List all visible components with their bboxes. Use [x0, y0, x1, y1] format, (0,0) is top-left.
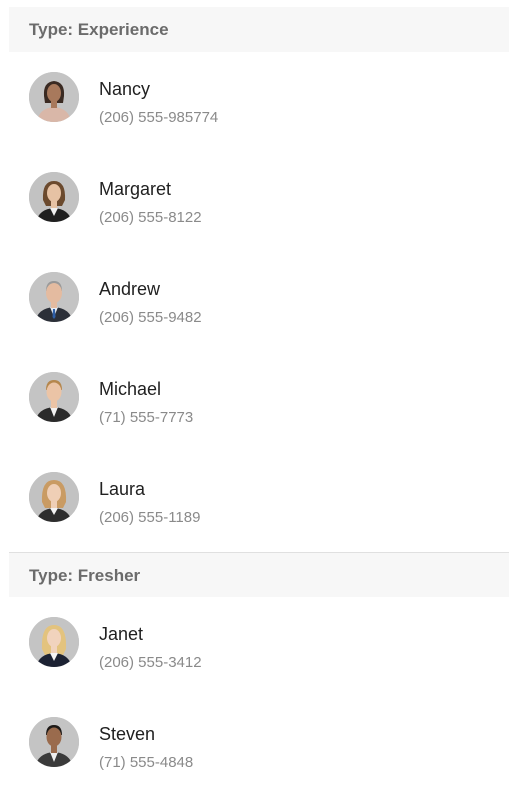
female-contact-avatar: [29, 472, 79, 522]
contact-name: Steven: [99, 724, 156, 744]
contact-name: Michael: [99, 379, 162, 399]
male-contact-avatar: [29, 717, 79, 767]
male-contact-avatar: [29, 272, 79, 322]
contact-phone: (71) 555-7773: [99, 409, 194, 426]
contact-phone: (206) 555-985774: [99, 109, 219, 126]
list-item[interactable]: Margaret (206) 555-8122: [9, 152, 509, 252]
contact-name: Laura: [99, 479, 146, 499]
contact-name: Janet: [99, 624, 144, 644]
list-item[interactable]: Steven (71) 555-4848: [9, 697, 509, 797]
contact-list: Type: Experience Nancy (206) 555-985774: [9, 7, 509, 797]
contact-name: Nancy: [99, 79, 151, 99]
female-contact-avatar: [29, 172, 79, 222]
contact-phone: (206) 555-9482: [99, 309, 202, 326]
group-header-fresher: Type: Fresher: [9, 552, 509, 597]
contact-phone: (206) 555-1189: [99, 509, 201, 526]
male-contact-avatar: [29, 372, 79, 422]
contact-phone: (206) 555-3412: [99, 654, 202, 671]
female-contact-avatar: [29, 72, 79, 122]
female-contact-avatar: [29, 617, 79, 667]
contact-phone: (71) 555-4848: [99, 754, 194, 771]
list-item[interactable]: Michael (71) 555-7773: [9, 352, 509, 452]
list-item[interactable]: Andrew (206) 555-9482: [9, 252, 509, 352]
list-item[interactable]: Nancy (206) 555-985774: [9, 52, 509, 152]
group-header-experience: Type: Experience: [9, 7, 509, 52]
contact-name: Andrew: [99, 279, 161, 299]
list-item[interactable]: Janet (206) 555-3412: [9, 597, 509, 697]
contact-phone: (206) 555-8122: [99, 209, 202, 226]
contact-name: Margaret: [99, 179, 172, 199]
list-item[interactable]: Laura (206) 555-1189: [9, 452, 509, 552]
